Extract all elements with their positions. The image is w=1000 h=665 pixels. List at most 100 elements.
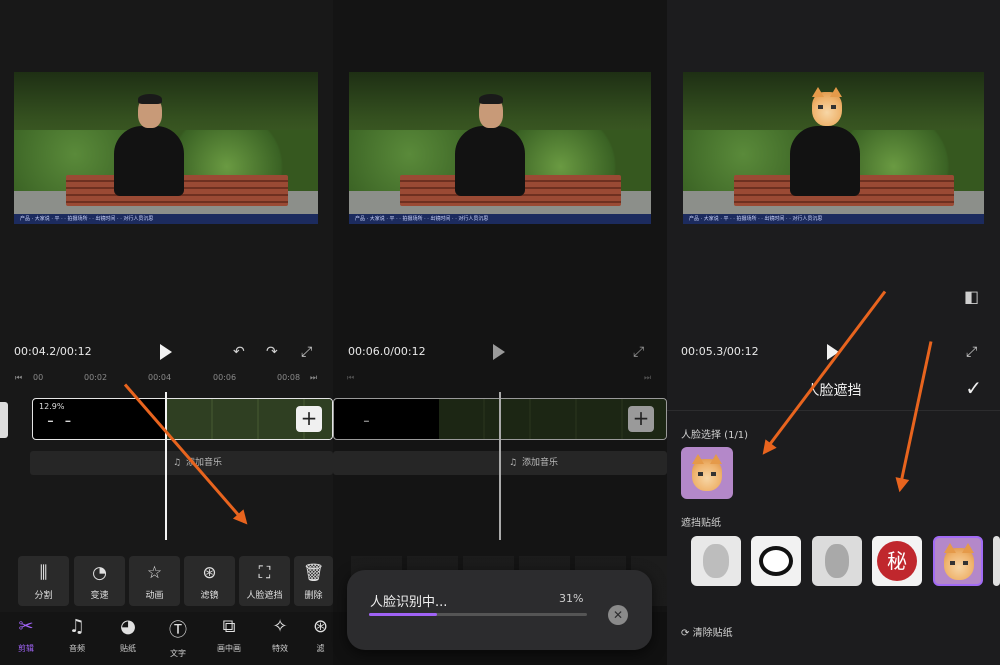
confirm-check-icon[interactable]: ✓ [965, 376, 982, 400]
detected-face-thumbnail[interactable] [681, 447, 733, 499]
speed-label: 变速 [90, 591, 109, 601]
nav-pip-label: 画中画 [217, 644, 241, 653]
nav-edit-label: 剪辑 [18, 644, 34, 653]
play-icon[interactable] [493, 344, 505, 360]
sticker-section-label: 遮挡贴纸 [681, 518, 721, 529]
delete-label: 删除 [304, 591, 323, 601]
nav-text[interactable]: Ⓣ 文字 [158, 616, 198, 659]
scissors-icon: ✂ [18, 616, 34, 637]
speed-button[interactable]: ◔ 变速 [74, 556, 125, 606]
fullscreen-icon[interactable]: ⤢ [966, 344, 977, 360]
delete-icon: 🗑 [302, 563, 325, 583]
nav-edit[interactable]: ✂ 剪辑 [6, 616, 46, 654]
refresh-icon: ⟳ [681, 628, 690, 639]
sticker-panda[interactable] [751, 536, 801, 586]
pip-icon: ⧉ [222, 616, 236, 637]
nav-pip[interactable]: ⧉ 画中画 [209, 616, 249, 654]
timeline-ruler: ⏮ 00 00:02 00:04 00:06 00:08 ⏭ [0, 370, 333, 386]
clear-sticker-button[interactable]: ⟳ 清除贴纸 [681, 624, 733, 639]
animation-icon: ☆ [146, 563, 163, 583]
face-mask-label: 人脸遮挡 [246, 591, 283, 601]
video-preview[interactable]: 产品 · 大家说 · 平 · · 拍摄场所 · · 出镜时间 · · 对行人员沉… [683, 72, 984, 224]
ruler-tick: 00 [33, 373, 44, 382]
timeline-ruler: ⏮ ⏭ [333, 370, 667, 386]
music-icon: ♫ [68, 616, 86, 637]
filter-nav-icon: ⊛ [312, 616, 329, 637]
undo-icon[interactable]: ↶ [233, 344, 245, 360]
add-clip-button: + [628, 406, 654, 432]
face-mask-sheet: 人脸遮挡 ✓ 人脸选择 (1/1) 遮挡贴纸 秘 ⟳ 清除贴纸 [667, 366, 1000, 665]
clip-waveform: ━ [364, 417, 369, 426]
delete-button[interactable]: 🗑 删除 [294, 556, 333, 606]
video-preview[interactable]: 产品 · 大家说 · 平 · · 拍摄场所 · · 出镜时间 · · 对行人员沉… [349, 72, 651, 224]
ruler-tick: 00:06 [213, 373, 237, 382]
ruler-end-icon: ⏭ [644, 373, 652, 382]
animation-label: 动画 [145, 591, 164, 601]
timecode: 00:05.3/00:12 [681, 345, 759, 358]
filter-label: 滤镜 [200, 591, 219, 601]
add-music-label: 添加音乐 [522, 458, 559, 468]
music-note-icon: ♫ [509, 458, 518, 468]
fullscreen-icon[interactable]: ⤢ [301, 344, 312, 360]
sticker-icon: ◕ [120, 616, 136, 637]
secret-sticker-text: 秘 [877, 541, 917, 581]
sticker-statue-david[interactable] [812, 536, 862, 586]
filter-button[interactable]: ⊛ 滤镜 [184, 556, 235, 606]
nav-effects[interactable]: ✧ 特效 [260, 616, 300, 654]
nav-sticker-label: 贴纸 [120, 644, 136, 653]
editor-panel-detecting: 产品 · 大家说 · 平 · · 拍摄场所 · · 出镜时间 · · 对行人员沉… [333, 0, 667, 665]
ruler-start-icon: ⏮ [347, 373, 355, 382]
face-mask-panel: 产品 · 大家说 · 平 · · 拍摄场所 · · 出镜时间 · · 对行人员沉… [667, 0, 1000, 665]
face-mask-icon: ⛶ [258, 563, 271, 583]
play-icon[interactable] [160, 344, 172, 360]
cat-face-sticker-overlay[interactable] [812, 87, 842, 127]
ruler-end-icon[interactable]: ⏭ [310, 373, 317, 383]
playback-controls: 00:06.0/00:12 ⤢ [333, 340, 667, 364]
sticker-cat-selected[interactable] [933, 536, 983, 586]
nav-sticker[interactable]: ◕ 贴纸 [108, 616, 148, 654]
sticker-secret[interactable]: 秘 [872, 536, 922, 586]
ruler-tick: 00:04 [148, 373, 172, 382]
add-clip-button[interactable]: + [296, 406, 322, 432]
playback-controls: 00:04.2/00:12 ↶ ↷ ⤢ [0, 340, 333, 364]
video-track-clip[interactable]: 12.9% ━ ━ [32, 398, 333, 440]
toast-percent: 31% [559, 592, 584, 605]
clip-waveform: ━ ━ [48, 417, 71, 426]
nav-audio-label: 音频 [69, 644, 85, 653]
fullscreen-icon[interactable]: ⤢ [633, 344, 644, 360]
split-label: 分割 [34, 591, 53, 601]
playhead[interactable] [165, 392, 167, 540]
timecode: 00:04.2/00:12 [14, 345, 92, 358]
sheet-title: 人脸遮挡 [805, 383, 862, 399]
compare-icon[interactable]: ◧ [964, 289, 979, 305]
nav-text-label: 文字 [170, 649, 186, 658]
redo-icon[interactable]: ↷ [266, 344, 278, 360]
toast-title: 人脸识别中... [370, 595, 448, 610]
playhead [499, 392, 501, 540]
editor-panel-timeline: 产品 · 大家说 · 平 · · 拍摄场所 · · 出镜时间 · · 对行人员沉… [0, 0, 333, 665]
progress-bar [369, 613, 587, 616]
track-handle[interactable] [0, 402, 8, 438]
ruler-start-icon[interactable]: ⏮ [15, 373, 22, 383]
sticker-partial[interactable] [993, 536, 1000, 586]
video-preview[interactable]: 产品 · 大家说 · 平 · · 拍摄场所 · · 出镜时间 · · 对行人员沉… [14, 72, 318, 224]
add-music-track[interactable]: ♫ 添加音乐 [30, 451, 333, 475]
sticker-statue-laurel[interactable] [691, 536, 741, 586]
nav-effects-label: 特效 [272, 644, 288, 653]
text-icon: Ⓣ [169, 620, 187, 641]
ruler-tick: 00:08 [277, 373, 301, 382]
speed-icon: ◔ [92, 563, 107, 583]
nav-filter[interactable]: ⊛ 滤 [308, 616, 333, 654]
close-icon[interactable]: ✕ [608, 605, 628, 625]
bottom-nav: ✂ 剪辑 ♫ 音频 ◕ 贴纸 Ⓣ 文字 ⧉ 画中画 ✧ 特效 ⊛ 滤 [0, 612, 333, 665]
nav-audio[interactable]: ♫ 音频 [57, 616, 97, 654]
timecode: 00:06.0/00:12 [348, 345, 426, 358]
split-button[interactable]: ⫼ 分割 [18, 556, 69, 606]
split-icon: ⫼ [39, 563, 48, 583]
progress-fill [369, 613, 437, 616]
filter-icon: ⊛ [202, 563, 217, 583]
animation-button[interactable]: ☆ 动画 [129, 556, 180, 606]
face-mask-button[interactable]: ⛶ 人脸遮挡 [239, 556, 290, 606]
tool-row: ⫼ 分割 ◔ 变速 ☆ 动画 ⊛ 滤镜 ⛶ 人脸遮挡 🗑 删除 [18, 556, 333, 606]
face-select-label: 人脸选择 (1/1) [681, 430, 749, 441]
